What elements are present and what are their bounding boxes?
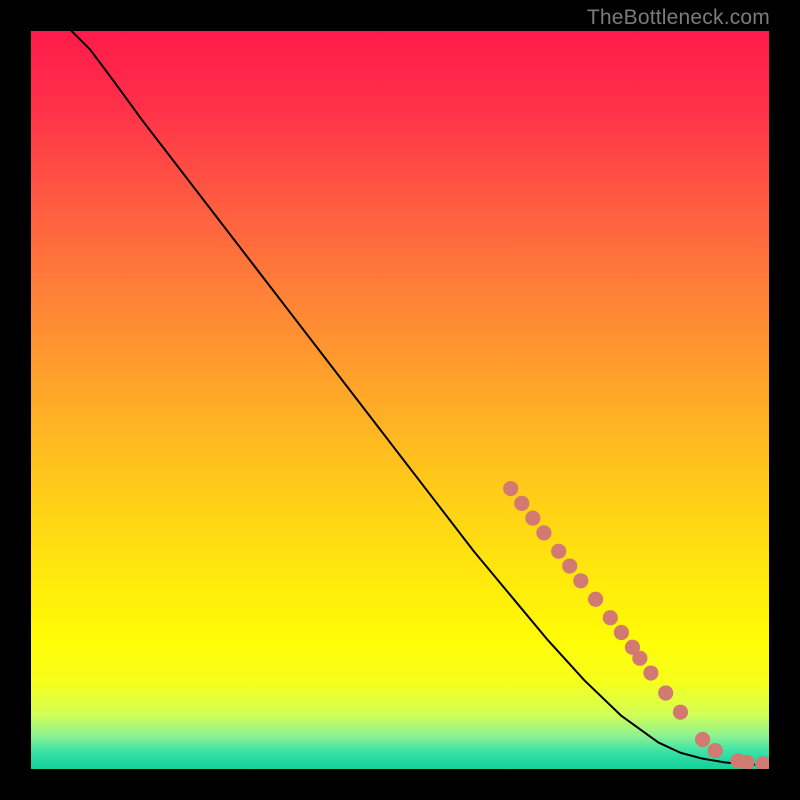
- marker-dot: [588, 592, 603, 607]
- marker-dot: [503, 481, 518, 496]
- marker-dot: [643, 665, 658, 680]
- image-frame: TheBottleneck.com: [0, 0, 800, 800]
- marker-dot: [525, 510, 540, 525]
- plot-area: [31, 31, 769, 769]
- marker-dot: [632, 651, 647, 666]
- marker-dot: [695, 732, 710, 747]
- marker-dot: [756, 756, 770, 769]
- marker-dot: [603, 610, 618, 625]
- marker-dot: [658, 685, 673, 700]
- marker-dot: [614, 625, 629, 640]
- marker-dot: [536, 525, 551, 540]
- marker-dot: [708, 743, 723, 758]
- marker-dot: [551, 544, 566, 559]
- marker-dot: [562, 558, 577, 573]
- chart-overlay: [31, 31, 769, 769]
- attribution-text: TheBottleneck.com: [587, 6, 770, 30]
- marker-dot: [573, 573, 588, 588]
- marker-dot: [514, 496, 529, 511]
- bottleneck-curve: [72, 31, 755, 765]
- marker-dot: [673, 705, 688, 720]
